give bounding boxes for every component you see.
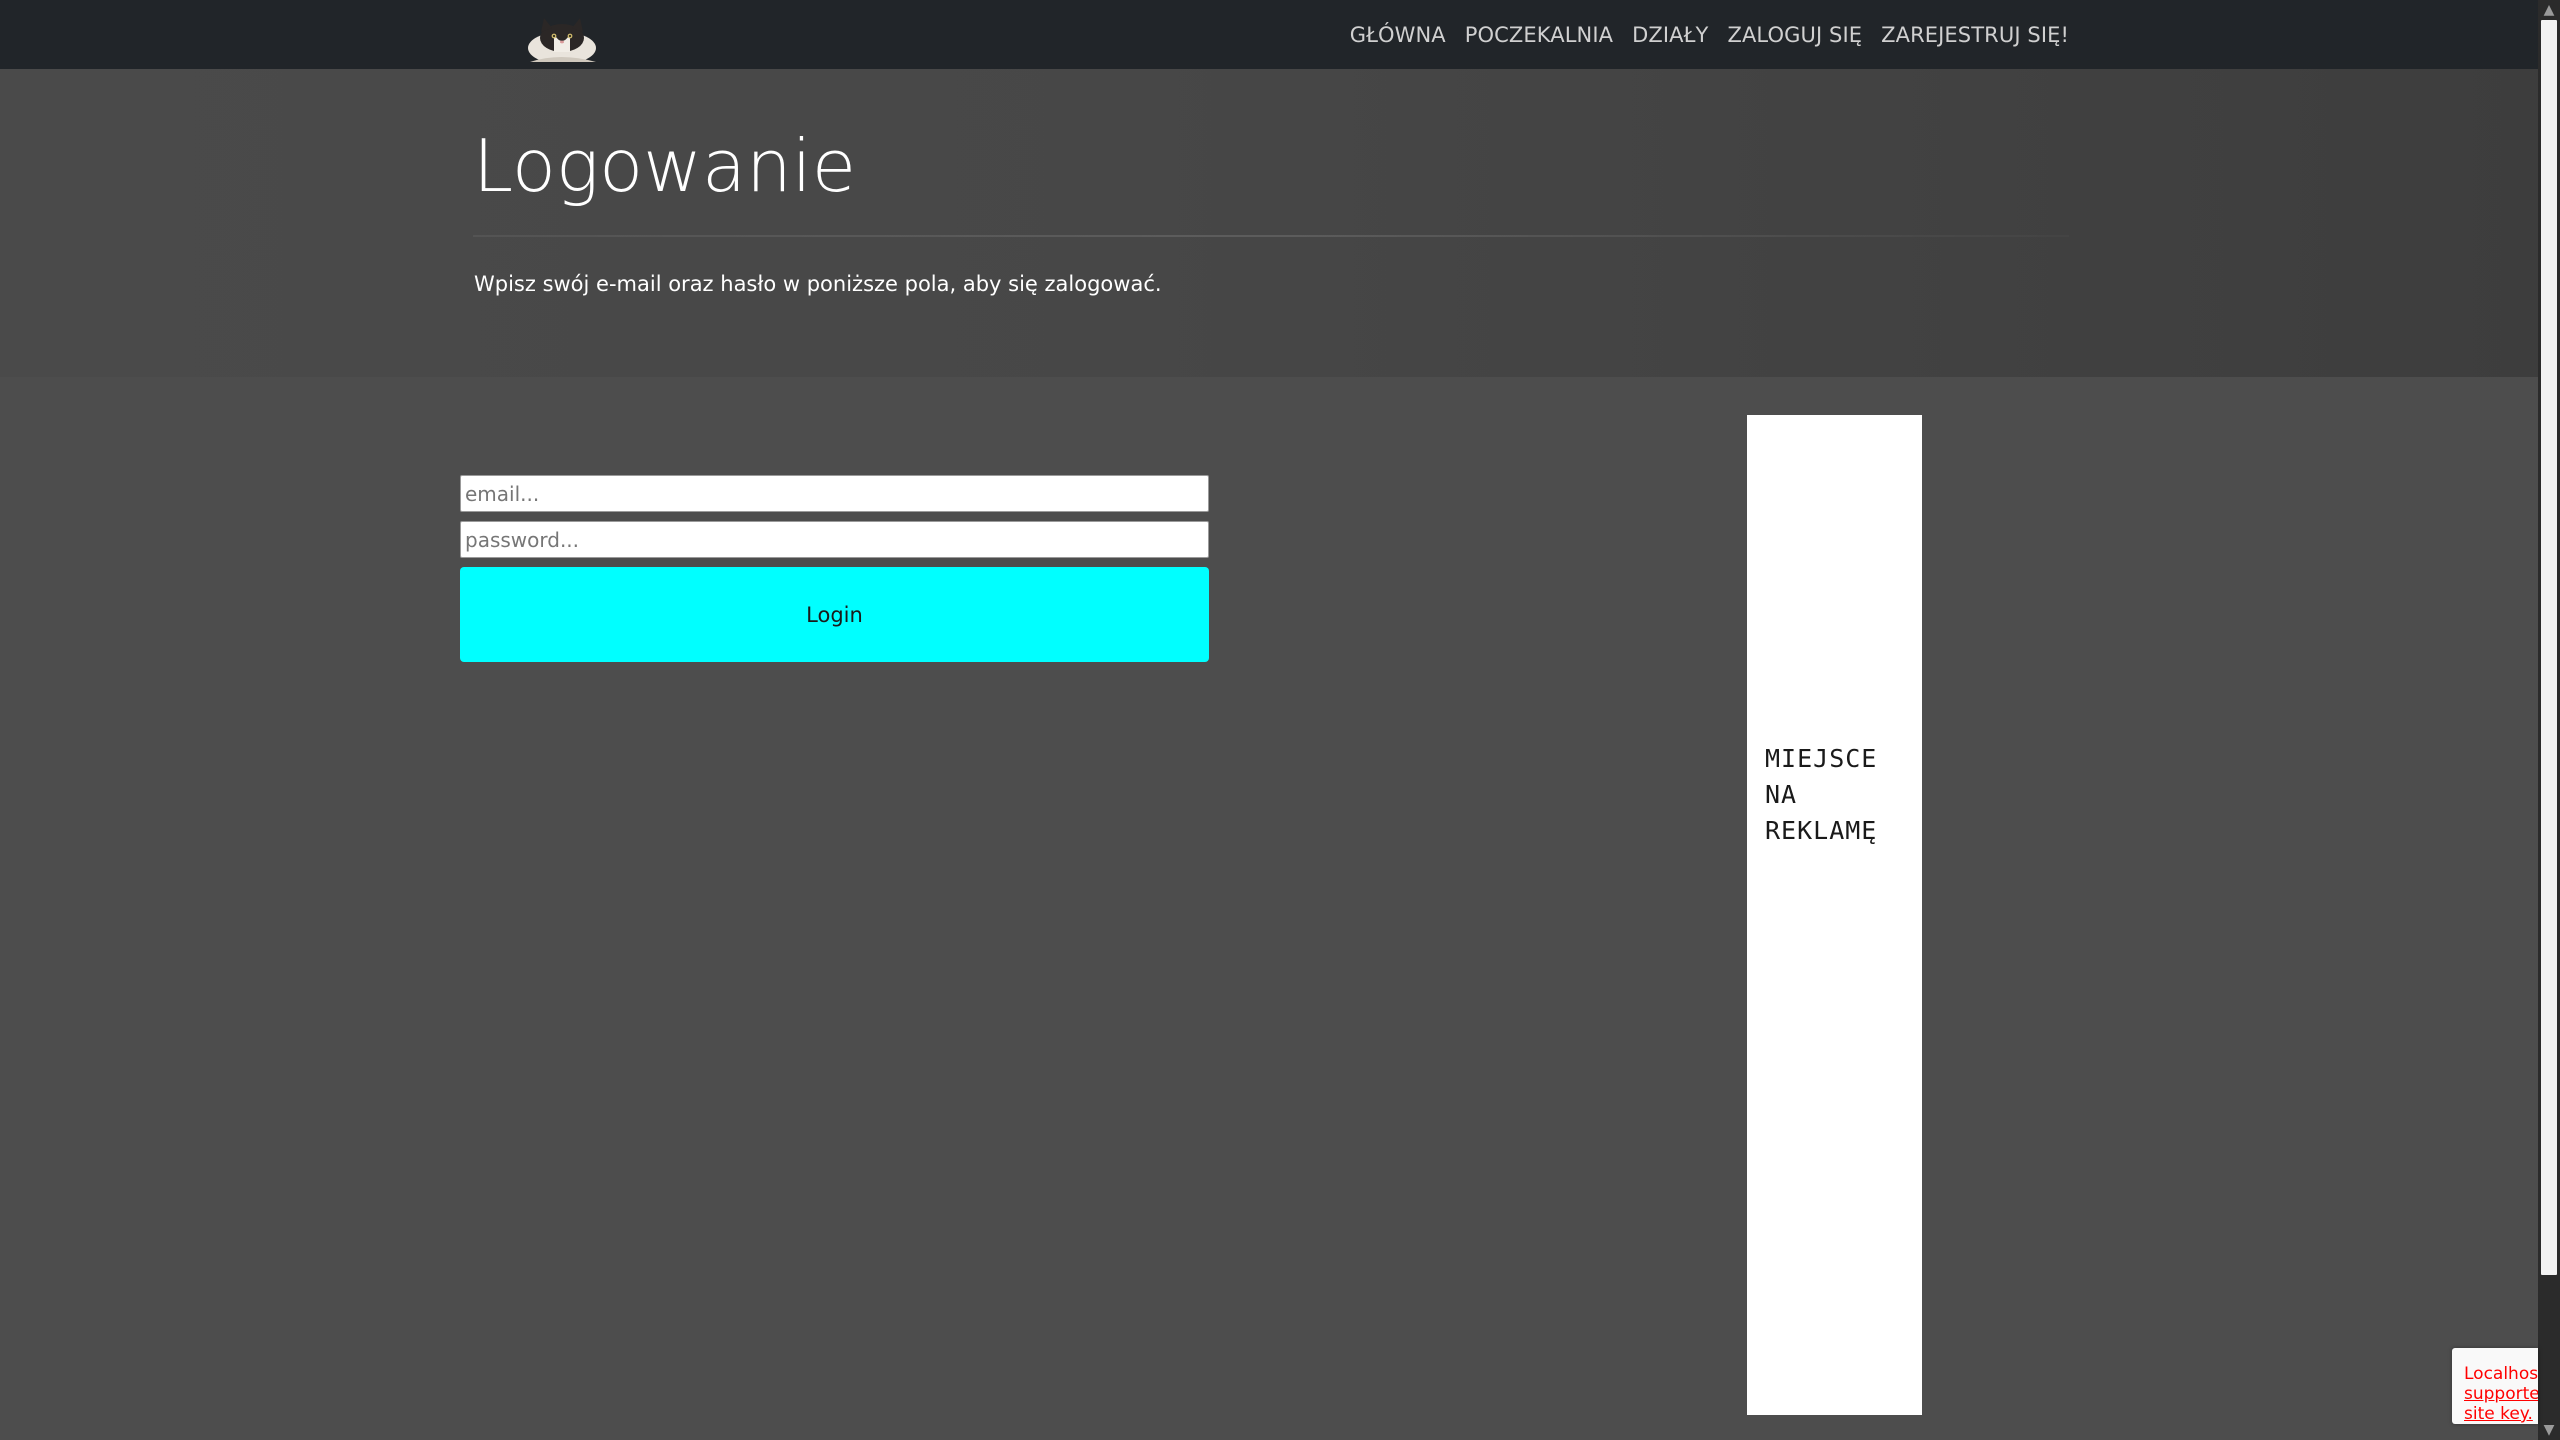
- login-button[interactable]: Login: [460, 567, 1209, 662]
- nav-link-login[interactable]: ZALOGUJ SIĘ: [1727, 23, 1862, 47]
- page-title: Logowanie: [473, 124, 857, 208]
- login-form: Login: [460, 475, 1209, 662]
- nav-link-home[interactable]: GŁÓWNA: [1350, 23, 1446, 47]
- email-field[interactable]: [460, 475, 1209, 512]
- nav-link-register[interactable]: ZAREJESTRUJ SIĘ!: [1881, 23, 2069, 47]
- hero-header: Logowanie Wpisz swój e-mail oraz hasło w…: [0, 69, 2538, 377]
- nav-link-sections[interactable]: DZIAŁY: [1632, 23, 1708, 47]
- scrollbar-thumb[interactable]: [2541, 20, 2557, 1275]
- recaptcha-line-3[interactable]: site key.: [2464, 1404, 2533, 1424]
- cat-logo-icon: [528, 18, 596, 64]
- ad-banner[interactable]: MIEJSCE NA REKLAMĘ: [1747, 415, 1922, 1415]
- scroll-up-arrow-icon[interactable]: ▲: [2538, 0, 2560, 20]
- top-navbar: GŁÓWNA POCZEKALNIA DZIAŁY ZALOGUJ SIĘ ZA…: [0, 0, 2538, 69]
- nav-links: GŁÓWNA POCZEKALNIA DZIAŁY ZALOGUJ SIĘ ZA…: [1350, 0, 2069, 69]
- password-field[interactable]: [460, 521, 1209, 558]
- scroll-down-arrow-icon[interactable]: ▼: [2538, 1420, 2560, 1440]
- hero-divider: [473, 235, 2069, 237]
- recaptcha-error-text: Localhost supported site key.: [2464, 1364, 2538, 1424]
- recaptcha-badge[interactable]: Localhost supported site key.: [2452, 1348, 2538, 1424]
- ad-text: MIEJSCE NA REKLAMĘ: [1765, 744, 1878, 845]
- recaptcha-line-2[interactable]: supported: [2464, 1384, 2538, 1404]
- page-lead-text: Wpisz swój e-mail oraz hasło w poniższe …: [474, 272, 1162, 296]
- recaptcha-line-1: Localhost: [2464, 1364, 2538, 1384]
- nav-link-waiting-room[interactable]: POCZEKALNIA: [1465, 23, 1613, 47]
- page-scrollbar[interactable]: ▲ ▼: [2538, 0, 2560, 1440]
- brand-logo-link[interactable]: [520, 8, 600, 64]
